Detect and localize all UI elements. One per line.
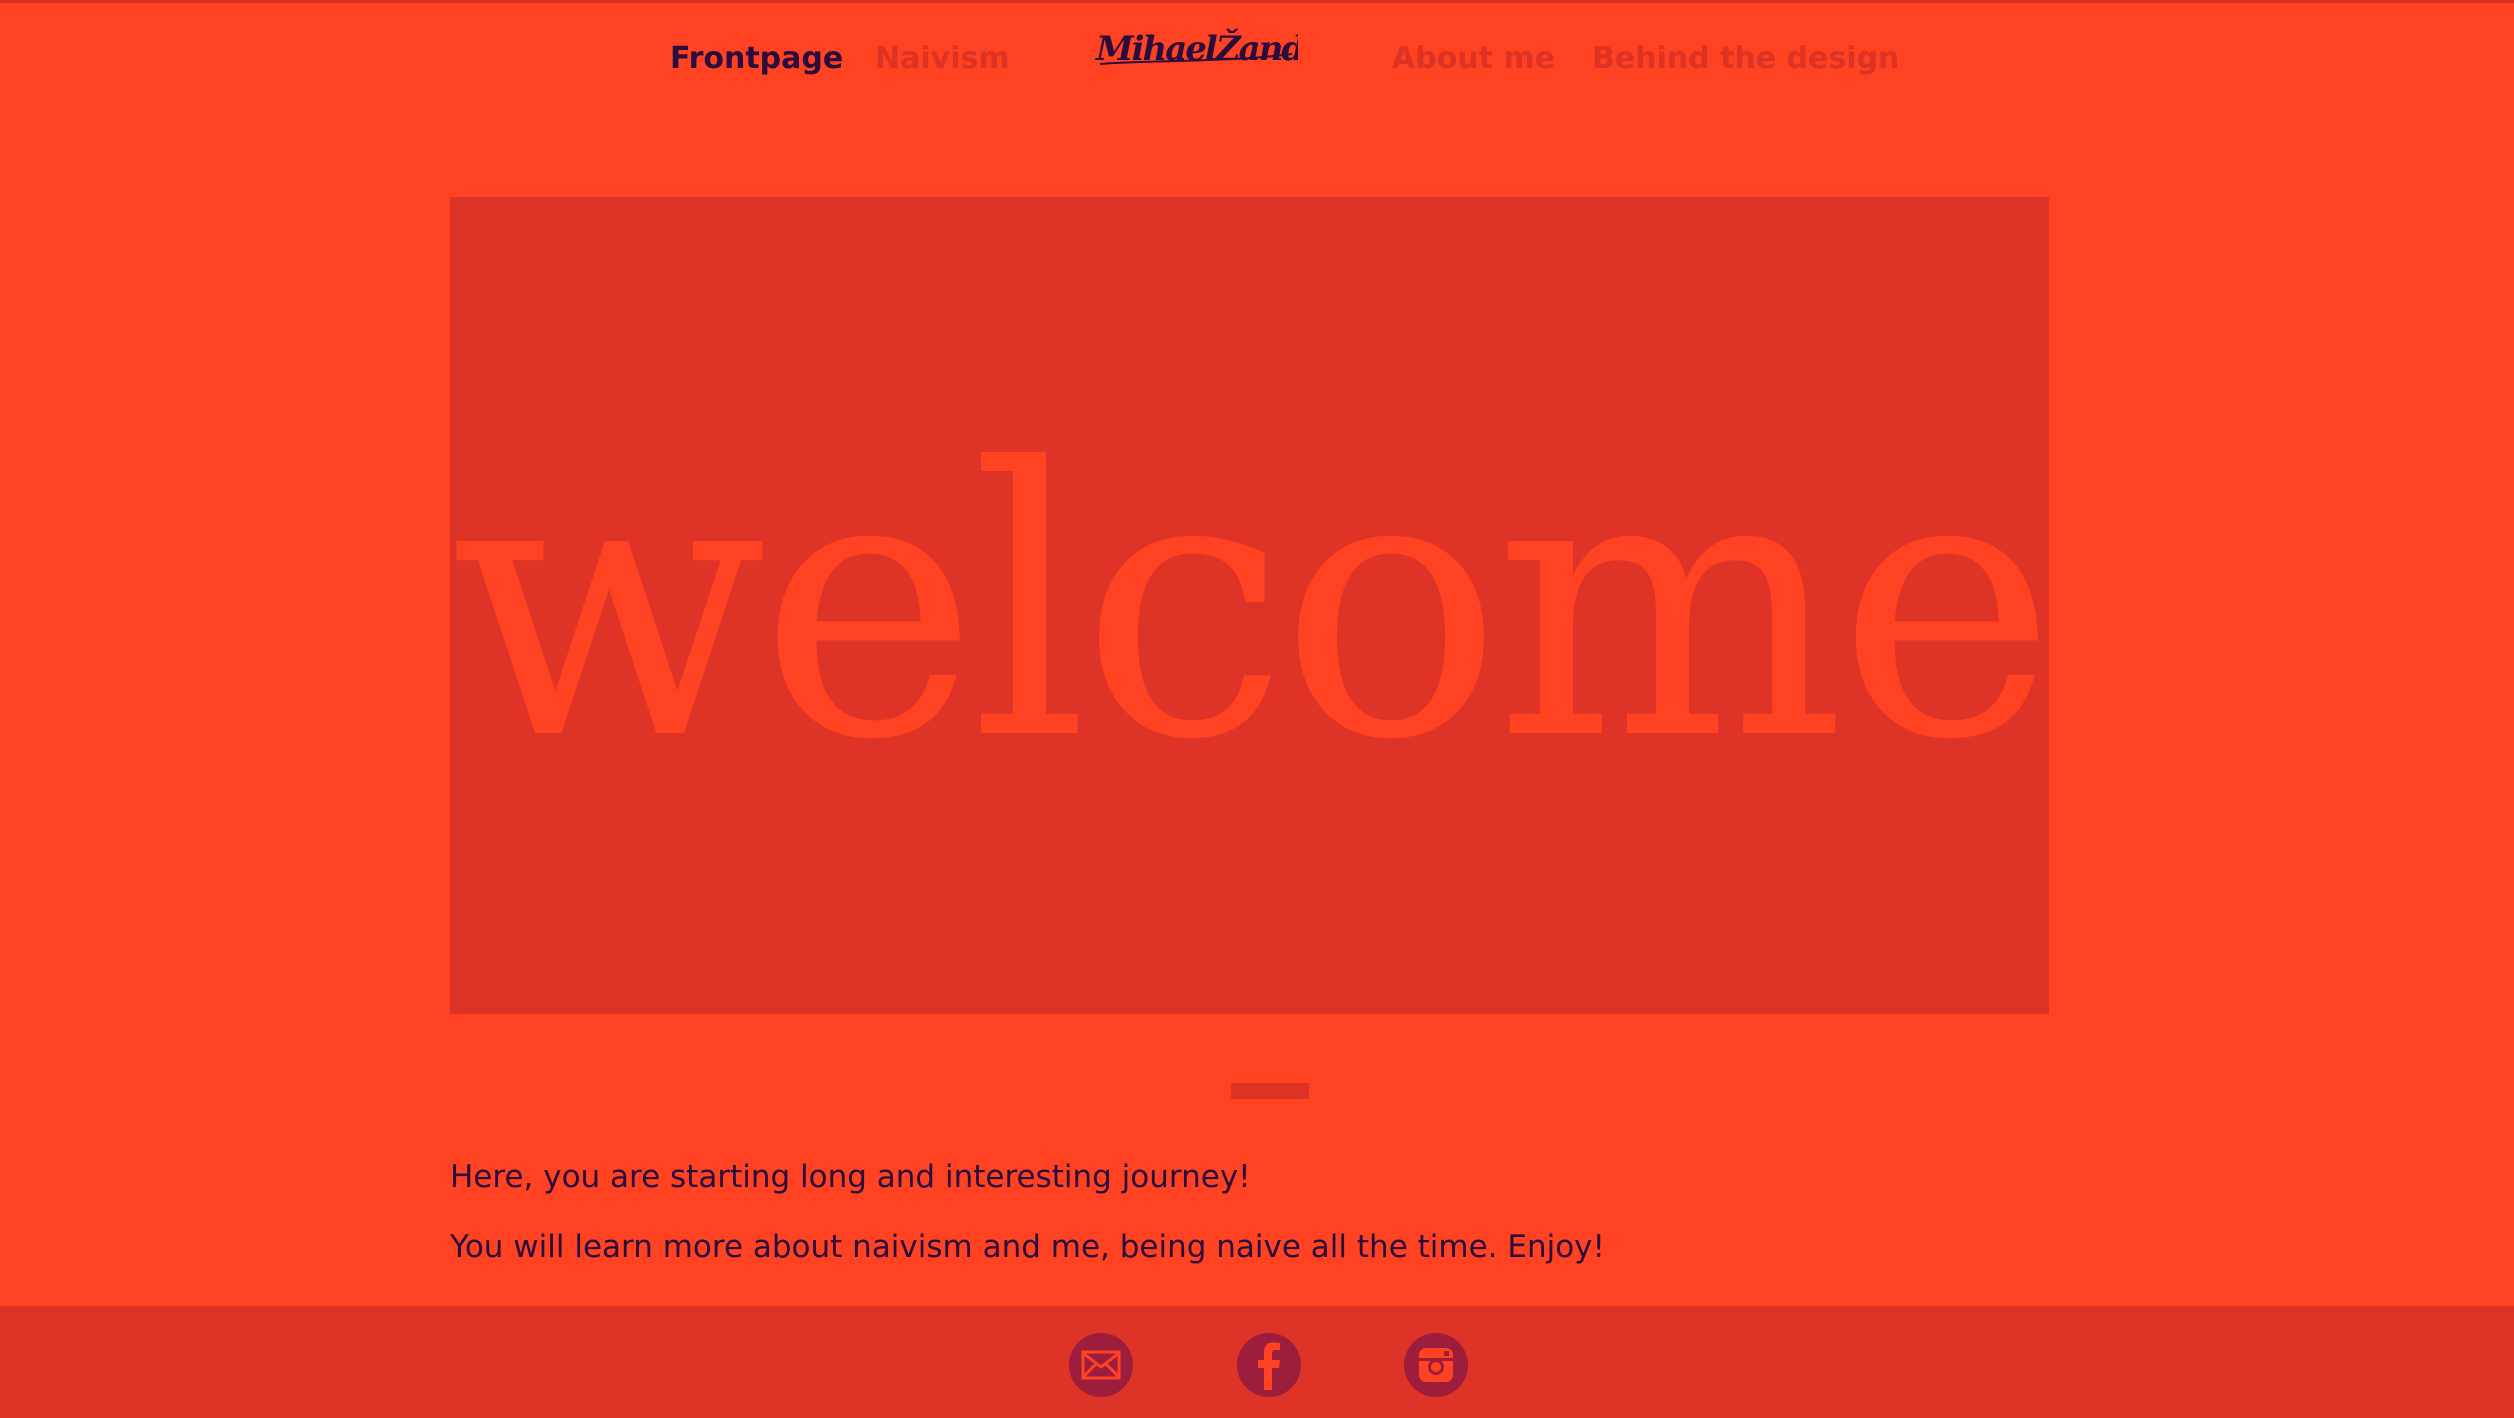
instagram-icon <box>1419 1348 1453 1382</box>
mail-link[interactable] <box>1069 1333 1133 1397</box>
nav-link-naivism[interactable]: Naivism <box>875 34 1010 84</box>
top-accent-line <box>0 0 2514 3</box>
nav-link-frontpage[interactable]: Frontpage <box>670 34 843 84</box>
facebook-link[interactable] <box>1237 1333 1301 1397</box>
facebook-icon <box>1258 1342 1280 1390</box>
nav-link-about-me[interactable]: About me <box>1392 34 1555 84</box>
intro-line-1: Here, you are starting long and interest… <box>450 1159 1251 1195</box>
site-logo[interactable]: MihaelŽandro <box>1092 16 1343 76</box>
slide-indicator[interactable] <box>1231 1083 1309 1099</box>
hero-slide: welcome <box>450 197 2057 1014</box>
nav-link-behind-the-design[interactable]: Behind the design <box>1592 34 1899 84</box>
instagram-link[interactable] <box>1404 1333 1468 1397</box>
logo-signature: MihaelŽandro <box>1095 28 1343 69</box>
hero-welcome-text: welcome <box>450 390 2057 821</box>
mail-icon <box>1081 1350 1121 1380</box>
intro-line-2: You will learn more about naivism and me… <box>450 1229 1605 1265</box>
